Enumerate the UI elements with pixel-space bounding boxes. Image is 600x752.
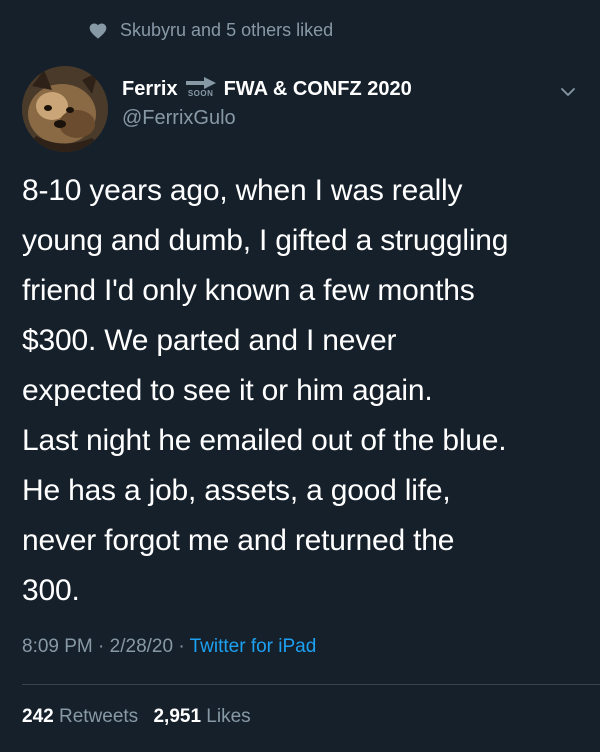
tweet-line: young and dumb, I gifted a struggling [22,224,509,257]
tweet-text: 8-10 years ago, when I was really young … [22,166,582,616]
social-context[interactable]: Skubyru and 5 others liked [88,20,333,41]
soon-label: SOON [187,89,214,98]
author-name-suffix: FWA & CONFZ 2020 [223,78,412,100]
tweet-source-link[interactable]: Twitter for iPad [190,636,317,657]
tweet-line: Last night he emailed out of the blue. [22,424,507,457]
meta-separator: · [98,636,105,657]
tweet-date[interactable]: 2/28/20 [110,636,173,657]
author-name: Ferrix [122,78,178,100]
likes-label: Likes [206,706,251,727]
retweets-stat[interactable]: 242 Retweets [22,706,143,727]
engagement-stats: 242 Retweets 2,951 Likes [22,706,261,728]
tweet-line: He has a job, assets, a good life, [22,474,451,507]
likes-stat[interactable]: 2,951 Likes [153,706,250,727]
display-name[interactable]: Ferrix SOON FWA & CONFZ 2020 [122,77,412,101]
social-context-label: Skubyru and 5 others liked [120,20,334,40]
tweet-line: 300. [22,574,80,607]
tweet-time[interactable]: 8:09 PM [22,636,93,657]
author-handle[interactable]: @FerrixGulo [122,107,412,130]
tweet-line: friend I'd only known a few months [22,274,475,307]
retweets-count: 242 [22,706,54,727]
tweet-line: expected to see it or him again. [22,374,433,407]
tweet-line: never forgot me and returned the [22,524,455,557]
author-block: Ferrix SOON FWA & CONFZ 2020 @FerrixGulo [122,77,412,130]
heart-icon [89,23,107,39]
chevron-down-icon[interactable] [558,82,578,102]
tweet-line: $300. We parted and I never [22,324,397,357]
likes-count: 2,951 [153,706,202,727]
arrow-right-icon [185,77,216,89]
retweets-label: Retweets [58,706,139,727]
avatar[interactable] [22,66,108,152]
divider [22,684,600,685]
tweet-line: 8-10 years ago, when I was really [22,174,463,207]
meta-separator: · [178,636,185,657]
soon-arrow: SOON [185,77,216,98]
tweet-meta: 8:09 PM · 2/28/20 · Twitter for iPad [22,636,316,658]
